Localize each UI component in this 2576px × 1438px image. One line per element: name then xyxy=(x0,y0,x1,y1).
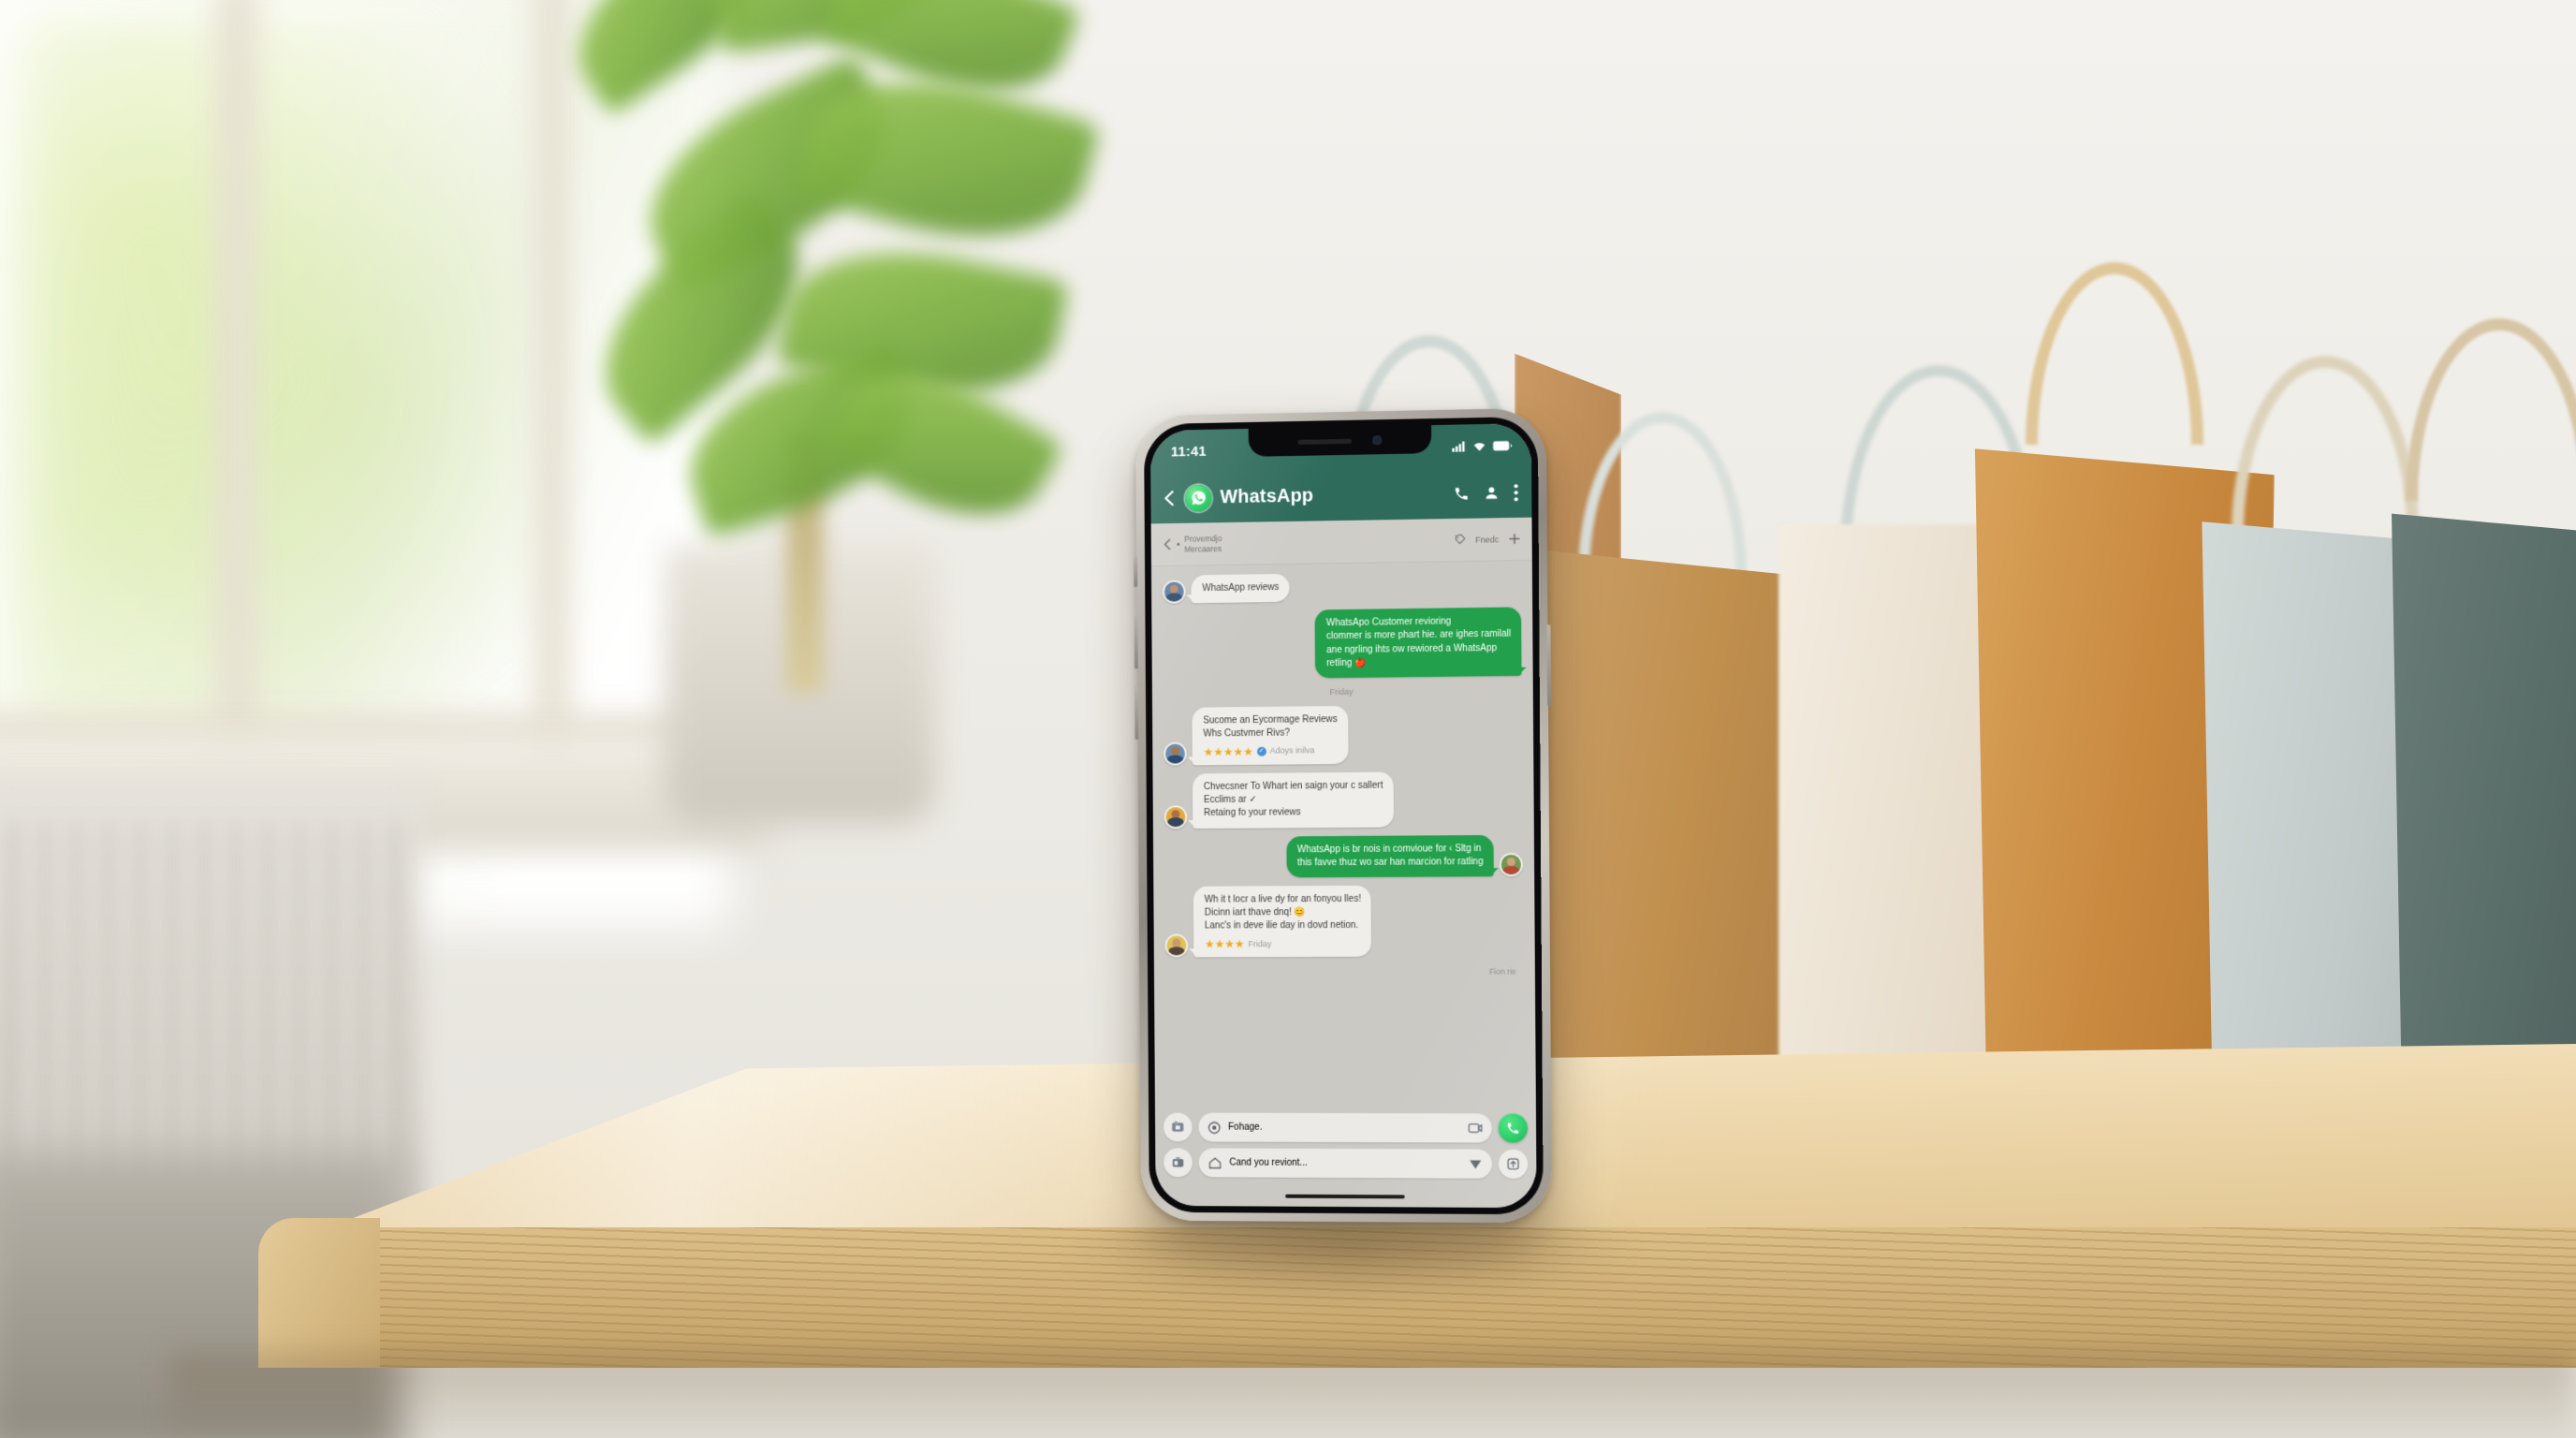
message-line: WhatsApp is br nois in comvioue for ‹ Sl… xyxy=(1296,843,1482,855)
wifi-icon xyxy=(1472,441,1486,451)
sub-header-line-1: Provemdjo xyxy=(1184,533,1222,544)
overflow-menu-icon[interactable] xyxy=(1514,483,1518,501)
avatar[interactable] xyxy=(1164,741,1187,766)
star-rating-4: ★★★★ xyxy=(1204,937,1245,951)
verified-badge-icon: ✓ xyxy=(1256,746,1266,756)
chat-message-row: WhatsApo Customer revioring clommer is m… xyxy=(1163,607,1522,681)
avatar[interactable] xyxy=(1499,852,1524,877)
smartphone: 11:41 WhatsApp Provemdjo Mercaares Fnedc… xyxy=(1134,407,1552,1224)
date-separator: Friday xyxy=(1329,686,1354,697)
voice-call-icon[interactable] xyxy=(1498,1113,1529,1143)
chat-message-row: WhatsApp reviews xyxy=(1162,570,1521,604)
earpiece-speaker xyxy=(1297,438,1353,445)
avatar[interactable] xyxy=(1164,804,1188,829)
message-bubble[interactable]: Wh it t locr a live dy for an fonyou lle… xyxy=(1193,885,1372,958)
message-line: Sucome an Eycormage Reviews xyxy=(1203,713,1338,726)
chat-message-row: Chvecsner To Whart ien saign your c sall… xyxy=(1164,770,1522,829)
app-bar: WhatsApp xyxy=(1150,466,1532,524)
message-line: Chvecsner To Whart ien saign your c sall… xyxy=(1203,780,1383,793)
avatar[interactable] xyxy=(1162,580,1186,604)
sub-header-right: Fnedc xyxy=(1454,533,1521,546)
home-icon[interactable] xyxy=(1208,1156,1222,1169)
sub-header-bar: Provemdjo Mercaares Fnedc xyxy=(1150,517,1532,567)
volume-up-button[interactable] xyxy=(1134,614,1138,669)
scene-photo: 11:41 WhatsApp Provemdjo Mercaares Fnedc… xyxy=(0,0,2576,1438)
chat-message-row: WhatsApp is br nois in comvioue for ‹ Sl… xyxy=(1164,834,1524,878)
separator-dot-icon xyxy=(1177,542,1180,546)
table-rounded-corner xyxy=(258,1218,380,1368)
message-line: retling 🍎 xyxy=(1326,657,1367,668)
gallery-icon[interactable] xyxy=(1468,1122,1482,1134)
message-line: ane ngrling ihts ow rewiored a WhatsApp xyxy=(1326,642,1498,655)
message-bubble[interactable]: WhatsApp reviews xyxy=(1191,573,1290,604)
call-icon[interactable] xyxy=(1454,485,1470,501)
sub-header-right-label: Fnedc xyxy=(1475,534,1500,545)
star-rating-5: ★★★★★ xyxy=(1203,744,1253,759)
message-bubble[interactable]: Chvecsner To Whart ien saign your c sall… xyxy=(1192,771,1394,829)
message-line: Ecclims ar ✓ xyxy=(1203,794,1257,806)
table-underside-shadow xyxy=(168,1353,2576,1438)
home-indicator[interactable] xyxy=(1155,1184,1537,1209)
rating-meta: Friday xyxy=(1248,938,1272,948)
chat-message-row: Sucome an Eycormage Reviews Whs Custvmer… xyxy=(1164,704,1522,766)
message-line: Dicinn iart thave dnq! 😊 xyxy=(1204,907,1307,918)
message-line: WhatsApp reviews xyxy=(1202,581,1280,594)
notch xyxy=(1248,425,1432,457)
message-input-1[interactable]: Fohage. xyxy=(1198,1112,1492,1143)
message-input-2[interactable]: Cand you reviont... xyxy=(1198,1148,1493,1179)
sub-header-label: Provemdjo Mercaares xyxy=(1184,534,1222,554)
composer: Fohage. Cand you reviont... xyxy=(1154,1108,1537,1188)
mute-switch[interactable] xyxy=(1134,555,1138,588)
camera-lens-icon[interactable] xyxy=(1208,1121,1221,1134)
message-line: Wh it t locr a live dy for an fonyou lle… xyxy=(1204,893,1362,905)
message-line: Whs Custvmer Rivs? xyxy=(1203,727,1291,740)
phone-screen: 11:41 WhatsApp Provemdjo Mercaares Fnedc… xyxy=(1149,423,1537,1209)
sub-header-line-2: Mercaares xyxy=(1184,543,1222,554)
avatar[interactable] xyxy=(1164,933,1189,958)
rating-meta: Adoys inilva xyxy=(1269,745,1315,756)
composer-row-2: Cand you reviont... xyxy=(1164,1148,1529,1179)
contact-icon[interactable] xyxy=(1484,485,1500,501)
read-status-label: Fion rie xyxy=(1489,966,1516,977)
message-input-placeholder-1: Fohage. xyxy=(1228,1122,1263,1133)
send-paper-plane-icon[interactable] xyxy=(1469,1157,1483,1170)
chat-thread[interactable]: WhatsApp reviews WhatsApo Customer revio… xyxy=(1150,560,1536,1109)
composer-row-1: Fohage. xyxy=(1163,1112,1529,1143)
message-input-placeholder-2: Cand you reviont... xyxy=(1229,1157,1308,1168)
chat-message-row: Wh it t locr a live dy for an fonyou lle… xyxy=(1164,885,1524,958)
back-chevron-icon[interactable] xyxy=(1162,490,1177,506)
sticker-icon[interactable] xyxy=(1163,1112,1193,1142)
message-line: this favve thuz wo sar han marcion for r… xyxy=(1297,856,1484,869)
app-bar-actions xyxy=(1454,483,1519,502)
window-mullion xyxy=(215,0,258,824)
status-icons xyxy=(1452,440,1513,452)
rating-row: ★★★★★ ✓ Adoys inilva xyxy=(1203,744,1339,759)
message-bubble[interactable]: WhatsApp is br nois in comvioue for ‹ Sl… xyxy=(1285,834,1494,878)
bag-handle xyxy=(1578,412,1747,576)
message-line: Retaing fo your reviews xyxy=(1204,807,1301,819)
attach-icon[interactable] xyxy=(1164,1148,1193,1178)
power-button[interactable] xyxy=(1546,624,1552,706)
sub-header-left[interactable]: Provemdjo Mercaares xyxy=(1163,534,1222,554)
rating-row: ★★★★ Friday xyxy=(1204,937,1361,951)
share-icon[interactable] xyxy=(1498,1149,1529,1179)
volume-down-button[interactable] xyxy=(1134,685,1139,741)
bag-handle xyxy=(2026,262,2203,445)
home-bar xyxy=(1285,1194,1405,1199)
battery-icon xyxy=(1493,440,1513,450)
message-bubble[interactable]: Sucome an Eycormage Reviews Whs Custvmer… xyxy=(1192,705,1349,766)
status-time: 11:41 xyxy=(1170,443,1207,460)
back-chevron-icon[interactable] xyxy=(1163,538,1173,550)
whatsapp-logo-icon xyxy=(1184,483,1212,512)
tag-icon[interactable] xyxy=(1454,534,1466,546)
add-icon[interactable] xyxy=(1508,533,1520,545)
potted-plant xyxy=(524,0,1123,824)
message-line: Lanc's in deve ilie day in dovd netion. xyxy=(1204,920,1359,932)
phone-bezel: 11:41 WhatsApp Provemdjo Mercaares Fnedc… xyxy=(1144,416,1544,1215)
message-bubble[interactable]: WhatsApo Customer revioring clommer is m… xyxy=(1314,607,1522,679)
front-camera-icon xyxy=(1372,435,1383,446)
window-foliage-glow xyxy=(19,19,543,730)
signal-icon xyxy=(1452,440,1466,452)
page-title: WhatsApp xyxy=(1220,485,1314,507)
